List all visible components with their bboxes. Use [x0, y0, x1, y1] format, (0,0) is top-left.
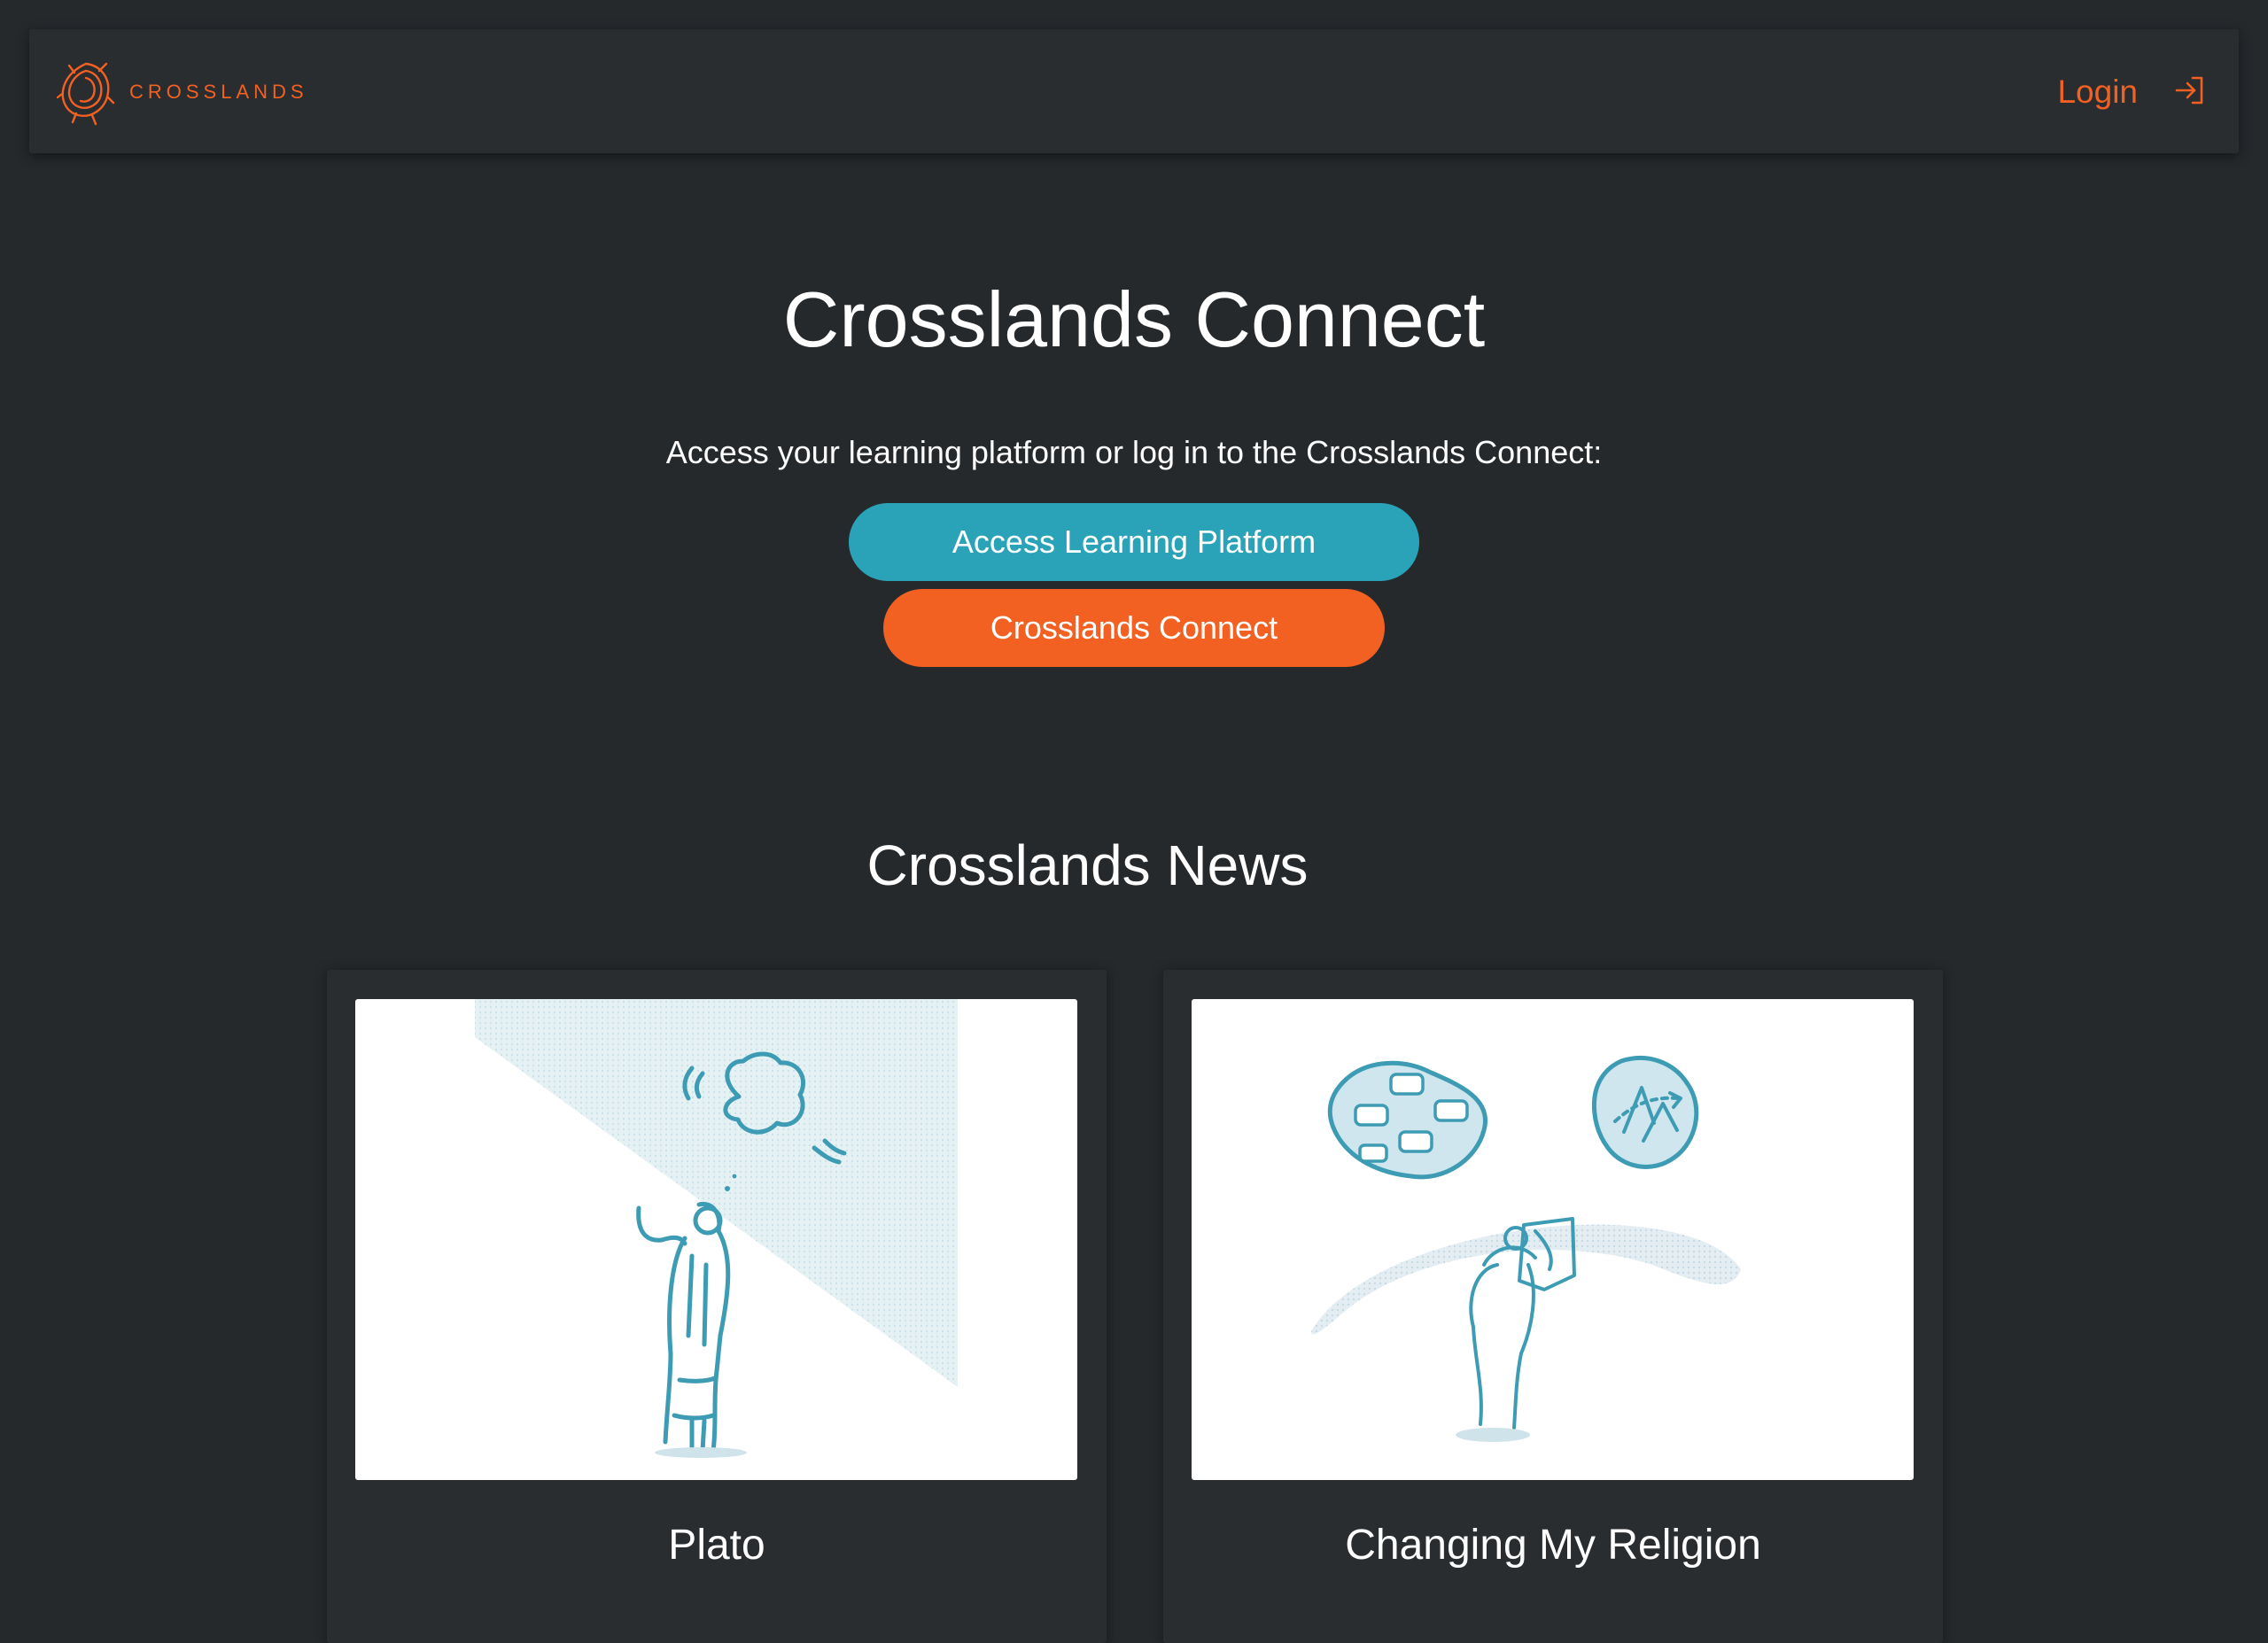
top-navbar: CROSSLANDS Login	[29, 29, 2239, 153]
crosslands-connect-button[interactable]: Crosslands Connect	[883, 589, 1385, 667]
hero-subtitle: Access your learning platform or log in …	[665, 434, 1603, 470]
news-card-title: Changing My Religion	[1345, 1522, 1761, 1569]
brand-home-link[interactable]: CROSSLANDS	[57, 58, 308, 125]
news-card-plato[interactable]: Plato	[327, 970, 1107, 1643]
news-card-title: Plato	[668, 1522, 765, 1569]
brand-name: CROSSLANDS	[129, 80, 308, 103]
hero-title: Crosslands Connect	[782, 275, 1486, 363]
news-card-changing-my-religion[interactable]: Changing My Religion	[1163, 970, 1943, 1643]
person-reading-map-illustration	[1192, 999, 1914, 1480]
access-learning-platform-button[interactable]: Access Learning Platform	[849, 503, 1419, 581]
sign-in-icon	[2173, 74, 2205, 111]
news-section-title: Crosslands News	[866, 833, 1309, 897]
crosslands-logo-icon	[57, 58, 115, 126]
login-label: Login	[2057, 74, 2138, 110]
login-link[interactable]: Login	[2057, 70, 2205, 114]
plato-statue-illustration	[355, 999, 1077, 1480]
